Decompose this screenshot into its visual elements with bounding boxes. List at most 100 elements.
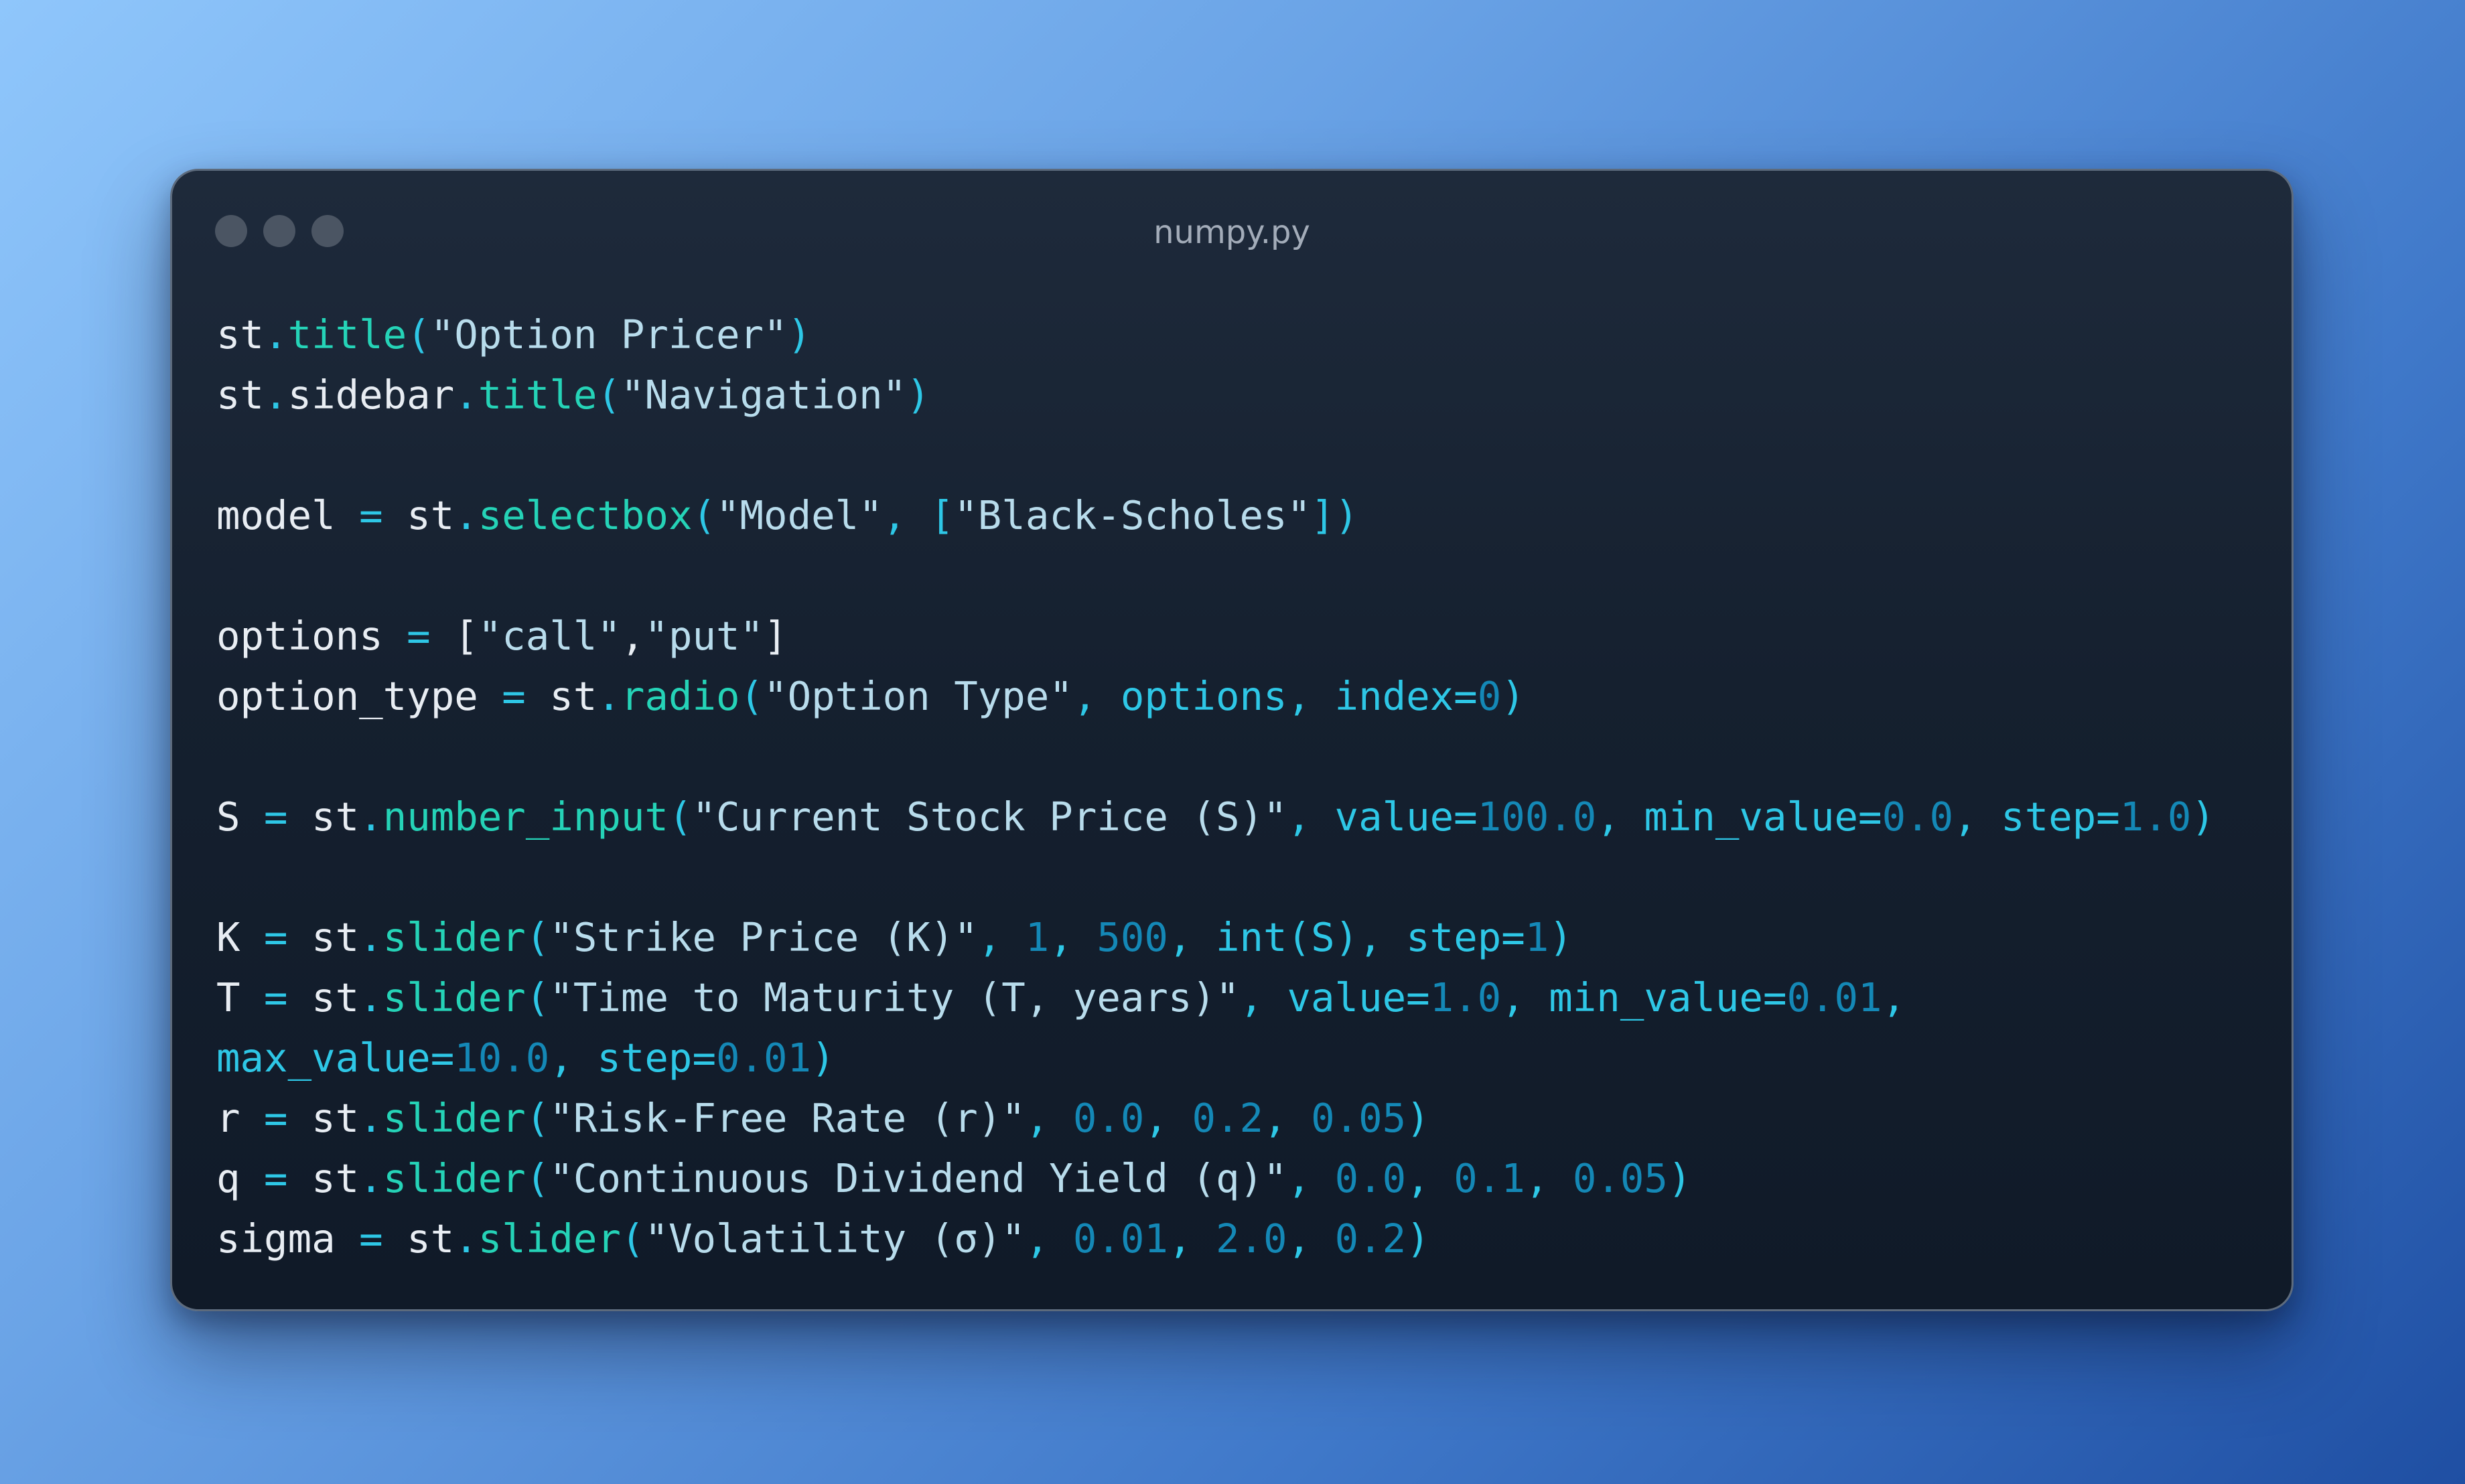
code-token: 1: [1525, 914, 1549, 960]
code-line: sigma = st.slider("Volatility (σ)", 0.01…: [216, 1209, 2215, 1269]
code-token: =: [264, 1095, 288, 1141]
code-token: T: [216, 974, 265, 1021]
code-token: .: [454, 372, 478, 418]
code-token: 0.0: [1334, 1155, 1407, 1201]
code-token: .: [359, 974, 383, 1021]
code-token: st: [287, 914, 360, 960]
code-token: ,: [1525, 1155, 1573, 1201]
code-token: , value=: [1287, 794, 1478, 840]
code-token: 0.2: [1192, 1095, 1264, 1141]
code-token: 1.0: [1429, 974, 1502, 1021]
code-token: 0: [1477, 673, 1502, 719]
code-token: "Option Pricer": [430, 311, 788, 358]
code-token: 1: [1025, 914, 1050, 960]
code-token: .: [454, 1215, 478, 1262]
code-token: st: [287, 974, 360, 1021]
code-token: "Time to Maturity (T, years)": [549, 974, 1240, 1021]
code-token: , int(S), step=: [1168, 914, 1525, 960]
code-token: .: [359, 1155, 383, 1201]
code-token: (: [668, 794, 693, 840]
code-token: ): [1667, 1155, 1692, 1201]
code-token: "Black-Scholes": [954, 492, 1312, 538]
code-token: max_value=: [216, 1035, 455, 1081]
code-token: =: [264, 794, 288, 840]
code-token: (: [525, 914, 550, 960]
code-token: ,: [977, 914, 1026, 960]
code-token: "Current Stock Price (S)": [692, 794, 1287, 840]
code-token: ): [906, 372, 930, 418]
code-token: "put": [644, 613, 764, 659]
code-token: (: [407, 311, 431, 358]
code-token: =: [407, 613, 431, 659]
code-line: q = st.slider("Continuous Dividend Yield…: [216, 1148, 2215, 1209]
code-token: ]: [764, 613, 788, 659]
window-title: numpy.py: [1153, 214, 1310, 251]
code-token: 10.0: [454, 1035, 550, 1081]
code-token: st: [287, 794, 360, 840]
code-token: =: [359, 492, 383, 538]
code-token: ]): [1311, 492, 1359, 538]
code-token: , step=: [1953, 794, 2120, 840]
code-line: option_type = st.radio("Option Type", op…: [216, 666, 2215, 727]
code-token: K: [216, 914, 265, 960]
code-token: 0.05: [1311, 1095, 1407, 1141]
code-token: sigma: [216, 1215, 360, 1262]
code-token: st: [382, 492, 455, 538]
code-token: q: [216, 1155, 265, 1201]
code-token: ): [2191, 794, 2215, 840]
code-token: ,: [1263, 1095, 1312, 1141]
code-token: .: [359, 794, 383, 840]
code-token: ,: [1287, 1155, 1335, 1201]
code-token: "call": [478, 613, 621, 659]
code-token: st: [216, 311, 265, 358]
code-token: title: [287, 311, 407, 358]
code-token: ): [811, 1035, 835, 1081]
code-token: option_type: [216, 673, 502, 719]
code-token: ,: [1049, 914, 1097, 960]
code-token: title: [478, 372, 597, 418]
code-token: r: [216, 1095, 265, 1141]
code-token: , min_value=: [1596, 794, 1882, 840]
code-token: st: [525, 673, 597, 719]
code-token: =: [264, 1155, 288, 1201]
code-token: slider: [382, 1155, 526, 1201]
code-token: (: [597, 372, 621, 418]
code-token: .: [264, 372, 288, 418]
code-token: ,: [620, 613, 645, 659]
code-token: st: [216, 372, 265, 418]
code-token: ): [1406, 1095, 1430, 1141]
code-token: "Volatility (σ)": [644, 1215, 1026, 1262]
code-token: 500: [1097, 914, 1168, 960]
code-token: options: [216, 613, 407, 659]
code-token: .: [597, 673, 621, 719]
code-token: =: [264, 914, 288, 960]
code-line: st.title("Option Pricer"): [216, 305, 2215, 365]
code-token: , step=: [549, 1035, 716, 1081]
code-token: ,: [1287, 1215, 1335, 1262]
code-token: ,: [1406, 1155, 1454, 1201]
code-token: [: [430, 613, 478, 659]
code-token: slider: [382, 974, 526, 1021]
code-token: ,: [1882, 974, 1906, 1021]
code-token: .: [359, 1095, 383, 1141]
code-token: , value=: [1239, 974, 1430, 1021]
code-token: (: [525, 1095, 550, 1141]
code-token: st: [287, 1095, 360, 1141]
code-token: 100.0: [1477, 794, 1597, 840]
code-token: =: [502, 673, 526, 719]
code-token: slider: [478, 1215, 621, 1262]
code-token: radio: [620, 673, 740, 719]
code-token: =: [359, 1215, 383, 1262]
code-line: model = st.selectbox("Model", ["Black-Sc…: [216, 486, 2215, 546]
code-line: T = st.slider("Time to Maturity (T, year…: [216, 968, 2215, 1028]
code-token: sidebar: [287, 372, 455, 418]
code-token: st: [287, 1155, 360, 1201]
code-token: selectbox: [478, 492, 693, 538]
code-token: ,: [1168, 1215, 1216, 1262]
code-token: , options, index=: [1072, 673, 1478, 719]
code-block: st.title("Option Pricer") st.sidebar.titl…: [216, 305, 2215, 1269]
code-line: options = ["call","put"]: [216, 606, 2215, 666]
code-token: ,: [1144, 1095, 1192, 1141]
